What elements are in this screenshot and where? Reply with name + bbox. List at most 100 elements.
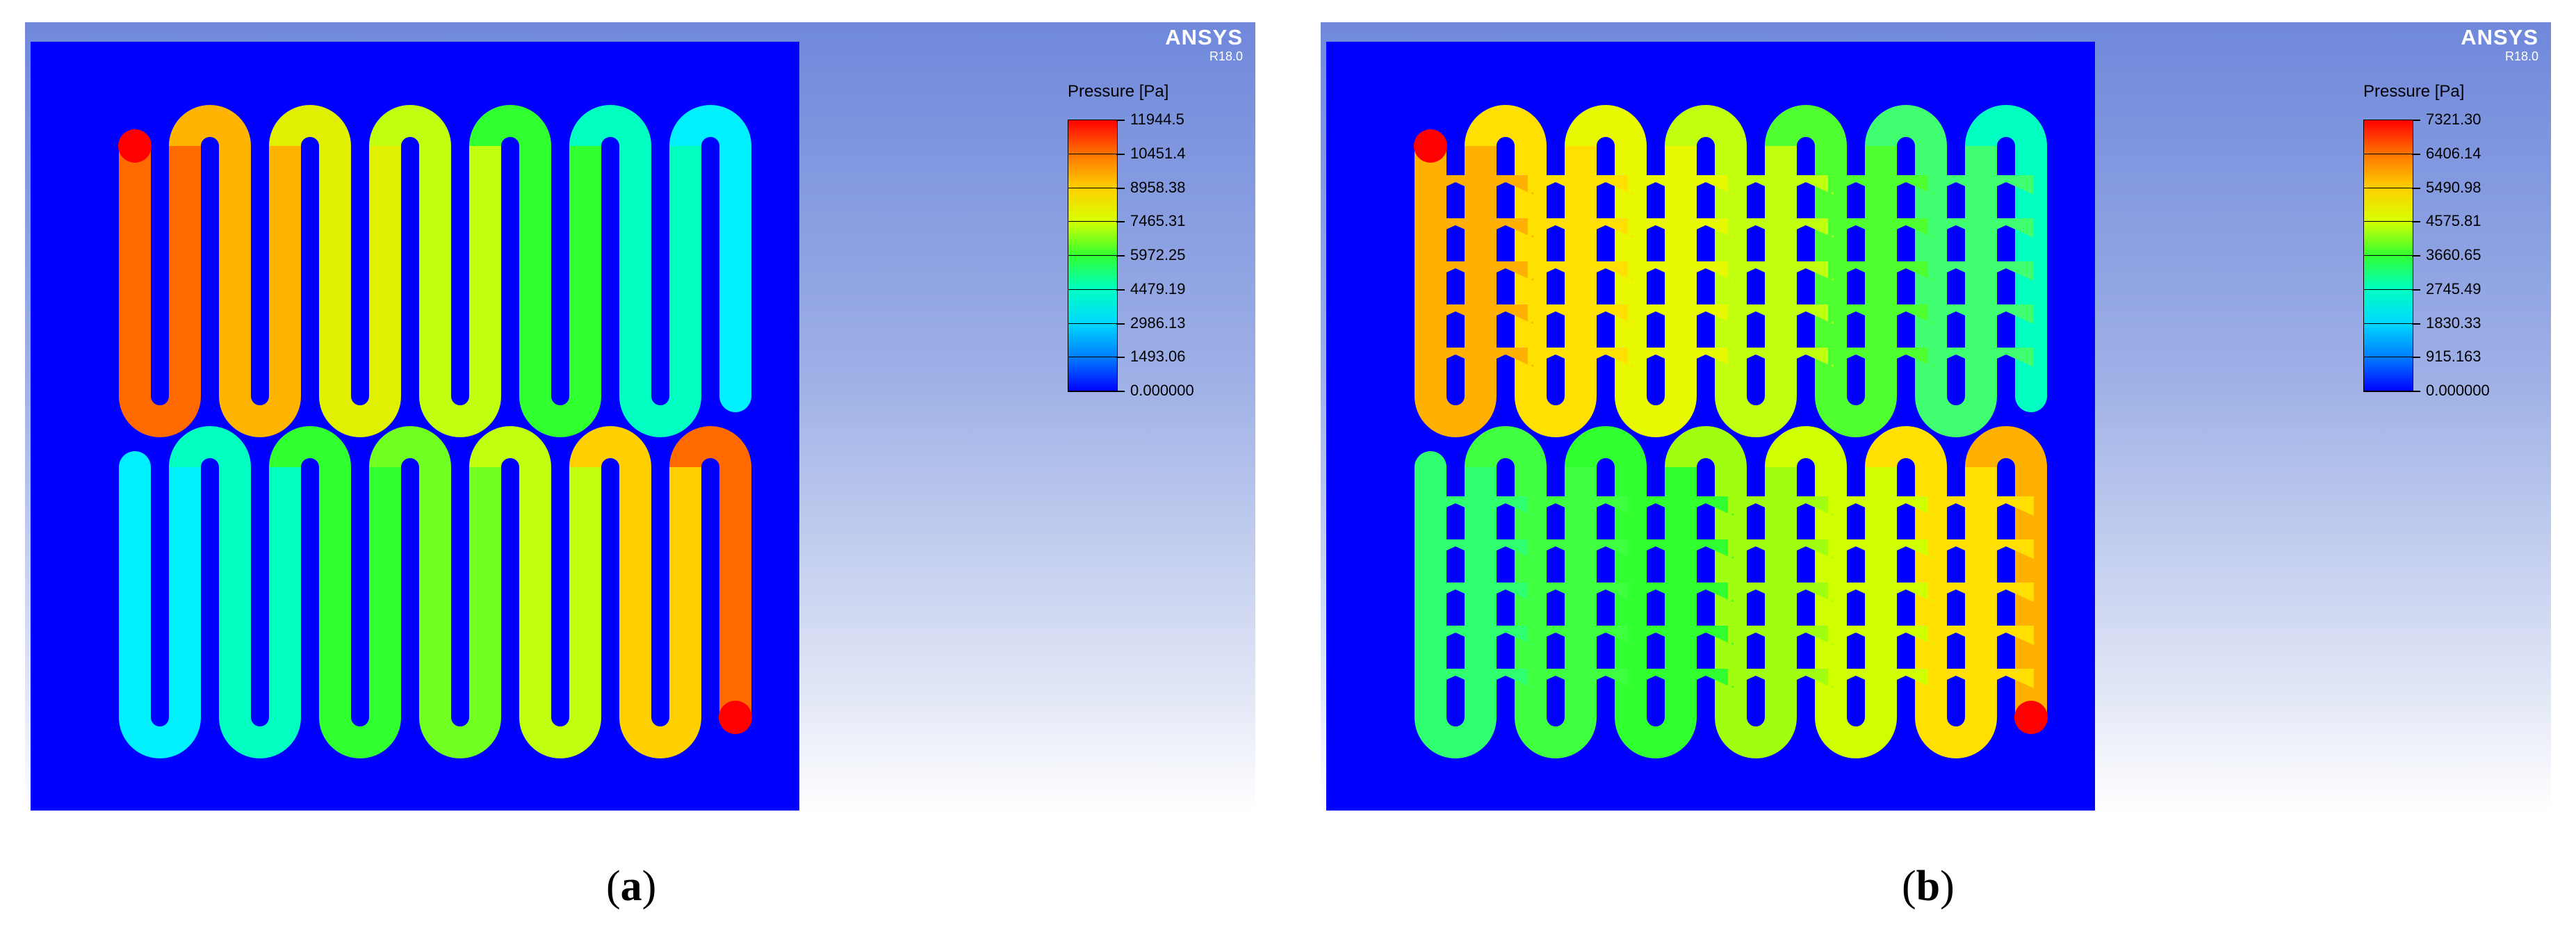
legend-label: 0.000000 (1130, 382, 1194, 399)
legend-label: 5972.25 (1130, 246, 1186, 263)
legend-tick (2412, 255, 2420, 257)
legend-band-line (1068, 221, 1116, 222)
channel-bend (1765, 105, 1847, 147)
channel-bend (1465, 105, 1547, 147)
channel-end-cap (119, 701, 151, 733)
legend-label: 1830.33 (2426, 314, 2481, 332)
channel-bend (1565, 105, 1647, 147)
legend-tick (1116, 187, 1125, 189)
legend-tick (1116, 391, 1125, 392)
legend-band-line (1068, 288, 1116, 290)
legend-label: 2745.49 (2426, 279, 2481, 298)
legend-label: 2986.13 (1130, 314, 1186, 332)
outlet-marker (719, 701, 752, 734)
legend-title: Pressure [Pa] (1068, 82, 1169, 101)
pressure-contour-plot-b (1326, 42, 2095, 811)
channel-bend (269, 105, 351, 147)
channel-end-cap (119, 451, 151, 483)
legend-label: 0.000000 (2426, 382, 2490, 399)
channel-bend (469, 105, 551, 147)
channel-end-cap (719, 451, 751, 483)
legend-tick (1116, 323, 1125, 325)
channel-bend (1915, 716, 1997, 758)
channel-end-cap (719, 380, 751, 412)
channel-bend (369, 105, 451, 147)
channel-bend (169, 426, 251, 469)
inlet-marker (118, 129, 152, 163)
channel-bend (1815, 395, 1897, 437)
legend-tick (1116, 255, 1125, 257)
pressure-legend-b: Pressure [Pa] 7321.30 6406.14 5490.98 4575.… (2363, 82, 2490, 399)
legend-label: 915.163 (2426, 348, 2481, 366)
channel-bend (569, 426, 651, 469)
legend-tick (1116, 288, 1125, 291)
legend-tick (1116, 357, 1125, 359)
pressure-legend-a: Pressure [Pa] 11944.5 10451.4 8958.38 7465.… (1068, 82, 1194, 399)
channel-end-cap (119, 380, 151, 412)
channel-bend (1715, 716, 1797, 758)
channel-bend (1865, 426, 1947, 469)
legend-tick (2412, 153, 2420, 155)
legend-band-line (2363, 255, 2412, 256)
legend-label: 10451.4 (1130, 144, 1186, 162)
legend-tick (2412, 391, 2420, 392)
channel-bend (319, 716, 401, 758)
channel-bend (1615, 716, 1697, 758)
caption-a: (a) (606, 863, 657, 910)
ansys-logo-b: ANSYS R18.0 (2461, 25, 2538, 63)
caption-b: (b) (1902, 863, 1955, 910)
legend-colorbar (1068, 120, 1118, 392)
legend-tick (2412, 221, 2420, 223)
legend-label: 6406.14 (2426, 144, 2481, 162)
channel-bend (1915, 395, 1997, 437)
channel-bend (1665, 105, 1747, 147)
channel-bend (519, 395, 601, 437)
legend-tick (1116, 153, 1125, 155)
caption-letter: b (1916, 863, 1941, 910)
channel-bend (1515, 395, 1597, 437)
channel-bend (319, 395, 401, 437)
legend-colorbar (2363, 120, 2413, 392)
serpentine-channel-b (1414, 105, 2048, 758)
channel-bend (619, 716, 701, 758)
legend-label: 3660.65 (2426, 246, 2481, 263)
channel-bend (469, 426, 551, 469)
channel-bend (219, 716, 301, 758)
legend-label: 4479.19 (1130, 279, 1186, 298)
channel-bend (519, 716, 601, 758)
legend-band-line (1068, 255, 1116, 256)
channel-end-cap (1415, 380, 1446, 412)
brand-version: R18.0 (2504, 49, 2538, 63)
legend-band-line (2363, 323, 2412, 324)
legend-tick (2412, 357, 2420, 359)
channel-bend (1565, 426, 1647, 469)
brand-name: ANSYS (1165, 25, 1243, 49)
channel-bend (419, 395, 501, 437)
legend-title: Pressure [Pa] (2363, 82, 2465, 101)
channel-bend (269, 426, 351, 469)
channel-end-cap (719, 130, 751, 162)
channel-bend (169, 105, 251, 147)
legend-band-line (2363, 221, 2412, 222)
legend-label: 7465.31 (1130, 212, 1186, 230)
channel-bend (569, 105, 651, 147)
channel-bend (1765, 426, 1847, 469)
outlet-marker (2014, 701, 2048, 734)
legend-band-line (1068, 323, 1116, 324)
channel-end-cap (1415, 701, 1446, 733)
legend-label: 1493.06 (1130, 348, 1186, 366)
ansys-logo-a: ANSYS R18.0 (1165, 25, 1243, 63)
legend-tick (2412, 288, 2420, 291)
serpentine-channel-a (118, 105, 752, 758)
legend-tick (2412, 187, 2420, 189)
legend-tick (1116, 221, 1125, 223)
channel-bend (1665, 426, 1747, 469)
channel-bend (1615, 395, 1697, 437)
legend-label: 5490.98 (2426, 178, 2481, 196)
inlet-marker (1414, 129, 1447, 163)
legend-tick (2412, 323, 2420, 325)
channel-bend (369, 426, 451, 469)
channel-bend (419, 716, 501, 758)
channel-end-cap (2015, 130, 2047, 162)
channel-bend (1715, 395, 1797, 437)
